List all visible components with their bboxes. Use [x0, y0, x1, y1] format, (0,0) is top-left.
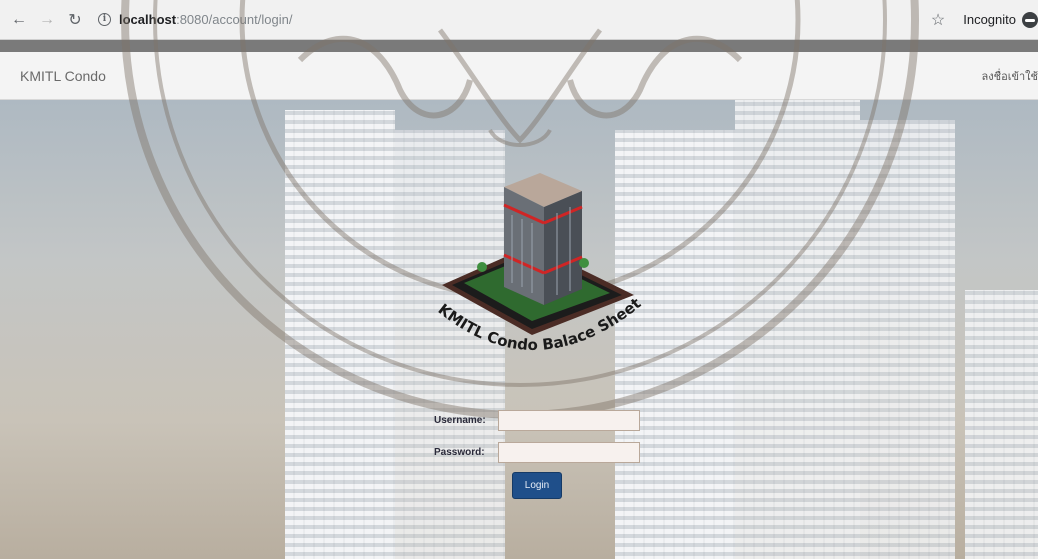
reload-icon[interactable]: ↻ [66, 10, 84, 30]
incognito-icon[interactable] [1022, 11, 1038, 28]
condo-logo: KMITL Condo Balace Sheet [435, 173, 644, 354]
login-button[interactable]: Login [512, 472, 562, 499]
password-row: Password: [434, 440, 640, 464]
forward-arrow-icon[interactable]: → [38, 11, 56, 29]
username-label: Username: [434, 414, 486, 426]
app-navbar: KMITL Condo ลงชื่อเข้าใช้ [0, 52, 1038, 100]
login-nav-link[interactable]: ลงชื่อเข้าใช้ [982, 67, 1038, 85]
back-arrow-icon[interactable]: ← [10, 11, 28, 29]
username-row: Username: [434, 408, 640, 432]
login-form: Username: Password: Login [434, 408, 640, 499]
info-icon[interactable]: i [98, 13, 111, 26]
browser-toolbar: ← → ↻ i localhost :8080/account/login/ ☆… [0, 0, 1038, 40]
username-input[interactable] [498, 409, 640, 431]
address-bar[interactable]: i localhost :8080/account/login/ [98, 6, 931, 34]
password-label: Password: [434, 446, 485, 458]
url-path: :8080/account/login/ [176, 12, 293, 27]
password-input[interactable] [498, 441, 640, 463]
url-host: localhost [119, 12, 177, 27]
incognito-label: Incognito [963, 12, 1016, 27]
chrome-divider [0, 40, 1038, 52]
navbar-brand[interactable]: KMITL Condo [20, 68, 106, 84]
star-icon[interactable]: ☆ [931, 10, 945, 30]
